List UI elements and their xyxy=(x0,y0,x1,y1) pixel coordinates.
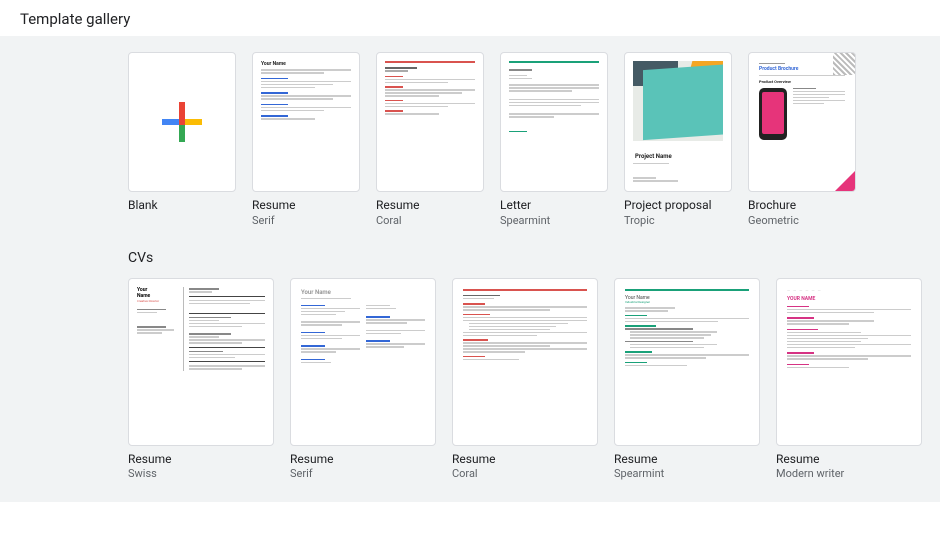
template-card-resume-modern-writer: — — — — — — YOUR NAME Resume M xyxy=(776,278,922,482)
template-subtitle: Coral xyxy=(376,214,484,228)
template-row-general: Blank Your Name Resume Serif xyxy=(20,52,920,228)
template-title: Resume xyxy=(452,452,598,468)
template-card-resume-spearmint-cv: Your Name Industrial Designer xyxy=(614,278,760,482)
template-labels: Resume Serif xyxy=(252,192,360,228)
template-thumb[interactable] xyxy=(452,278,598,446)
template-labels: Resume Serif xyxy=(290,446,436,482)
template-thumb[interactable]: YourName Creative Director xyxy=(128,278,274,446)
template-card-resume-serif: Your Name Resume Serif xyxy=(252,52,360,228)
template-title: Resume xyxy=(128,452,274,468)
template-thumb[interactable]: Project Name xyxy=(624,52,732,192)
template-subtitle: Spearmint xyxy=(500,214,608,228)
template-subtitle: Tropic xyxy=(624,214,732,228)
template-thumb[interactable]: — — — — — — YOUR NAME xyxy=(776,278,922,446)
template-title: Resume xyxy=(614,452,760,468)
template-labels: Project proposal Tropic xyxy=(624,192,732,228)
template-thumb-blank[interactable] xyxy=(128,52,236,192)
template-card-resume-swiss: YourName Creative Director xyxy=(128,278,274,482)
template-title: Resume xyxy=(290,452,436,468)
template-card-resume-coral: Resume Coral xyxy=(376,52,484,228)
template-labels: Brochure Geometric xyxy=(748,192,856,228)
template-thumb[interactable] xyxy=(500,52,608,192)
template-gallery: Blank Your Name Resume Serif xyxy=(0,36,940,502)
template-title: Resume xyxy=(376,198,484,214)
template-labels: Resume Modern writer xyxy=(776,446,922,482)
template-card-blank: Blank xyxy=(128,52,236,214)
template-card-project-proposal: Project Name Project proposal Tropic xyxy=(624,52,732,228)
template-thumb[interactable] xyxy=(376,52,484,192)
template-subtitle: Spearmint xyxy=(614,467,760,481)
template-title: Letter xyxy=(500,198,608,214)
template-thumb[interactable]: Your Name xyxy=(252,52,360,192)
template-card-resume-serif-cv: Your Name xyxy=(290,278,436,482)
template-labels: Resume Swiss xyxy=(128,446,274,482)
template-title: Project proposal xyxy=(624,198,732,214)
plus-icon xyxy=(160,100,204,144)
template-title: Blank xyxy=(128,198,236,214)
template-labels: Resume Spearmint xyxy=(614,446,760,482)
template-thumb[interactable]: Your Name Industrial Designer xyxy=(614,278,760,446)
template-subtitle: Serif xyxy=(290,467,436,481)
template-subtitle: Modern writer xyxy=(776,467,922,481)
template-card-resume-coral-cv: Resume Coral xyxy=(452,278,598,482)
section-label-cvs: CVs xyxy=(20,250,920,266)
template-thumb[interactable]: Your Name xyxy=(290,278,436,446)
template-labels: Resume Coral xyxy=(452,446,598,482)
template-card-letter-spearmint: Letter Spearmint xyxy=(500,52,608,228)
template-title: Resume xyxy=(776,452,922,468)
template-subtitle: Geometric xyxy=(748,214,856,228)
template-labels: Letter Spearmint xyxy=(500,192,608,228)
template-row-cvs: YourName Creative Director xyxy=(20,268,920,482)
template-subtitle: Coral xyxy=(452,467,598,481)
template-card-brochure: Product Brochure Product Overview xyxy=(748,52,856,228)
template-subtitle: Serif xyxy=(252,214,360,228)
template-labels: Blank xyxy=(128,192,236,214)
template-title: Resume xyxy=(252,198,360,214)
template-title: Brochure xyxy=(748,198,856,214)
template-labels: Resume Coral xyxy=(376,192,484,228)
template-subtitle: Swiss xyxy=(128,467,274,481)
template-thumb[interactable]: Product Brochure Product Overview xyxy=(748,52,856,192)
page-title: Template gallery xyxy=(0,0,940,36)
